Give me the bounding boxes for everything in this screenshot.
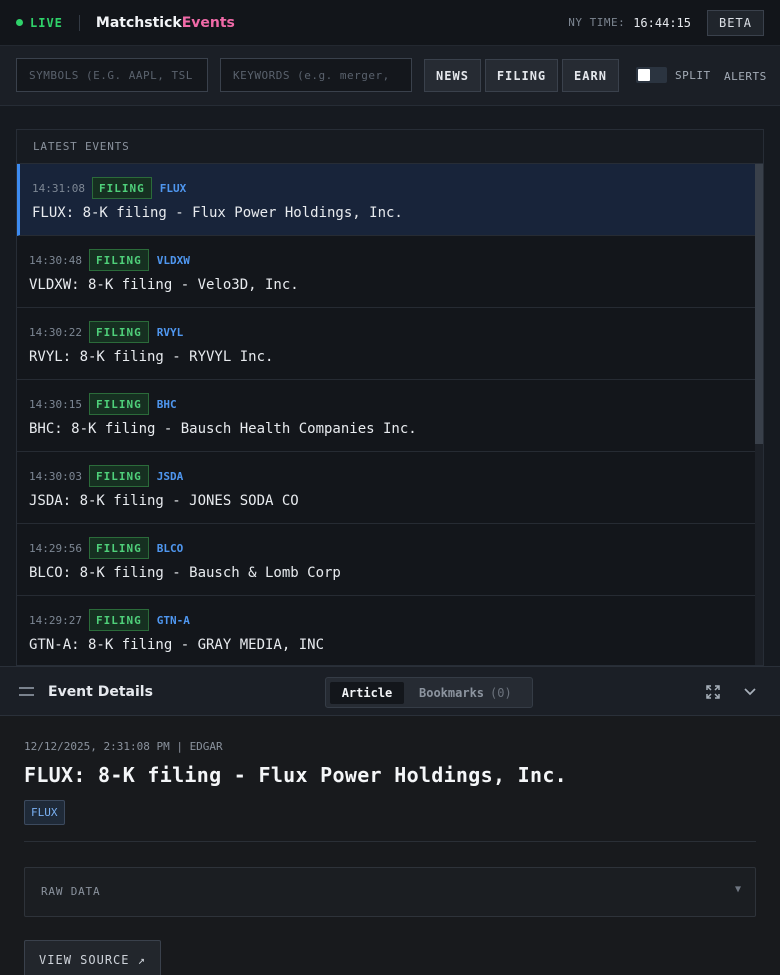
event-symbol[interactable]: BHC bbox=[157, 398, 177, 411]
live-dot-icon bbox=[16, 19, 23, 26]
events-header: LATEST EVENTS bbox=[17, 130, 763, 164]
keywords-input[interactable] bbox=[220, 58, 412, 92]
events-scrollbar-thumb[interactable] bbox=[755, 164, 763, 444]
event-symbol[interactable]: FLUX bbox=[160, 182, 187, 195]
earn-filter-button[interactable]: EARN bbox=[562, 59, 619, 92]
event-type-badge: FILING bbox=[88, 537, 149, 559]
split-label: SPLIT bbox=[675, 69, 711, 82]
event-time: 14:31:08 bbox=[32, 181, 85, 195]
details-tabs: Article Bookmarks (0) bbox=[325, 677, 533, 708]
brand-main: Matchstick bbox=[95, 14, 182, 31]
brand-logo[interactable]: MatchstickEvents bbox=[96, 15, 235, 31]
tab-article[interactable]: Article bbox=[330, 682, 404, 704]
event-symbol[interactable]: GTN-A bbox=[157, 614, 190, 627]
live-label: LIVE bbox=[30, 15, 63, 30]
event-time: 14:30:15 bbox=[29, 397, 82, 411]
alerts-button[interactable]: ALERTS bbox=[724, 70, 767, 83]
article-meta: 12/12/2025, 2:31:08 PM | EDGAR bbox=[24, 740, 223, 753]
event-row[interactable]: 14:29:56 FILING BLCO BLCO: 8-K filing - … bbox=[17, 524, 763, 596]
event-type-badge: FILING bbox=[88, 465, 149, 487]
details-header: Event Details Article Bookmarks (0) bbox=[0, 666, 780, 716]
event-time: 14:29:56 bbox=[29, 541, 82, 555]
event-row[interactable]: 14:29:27 FILING GTN-A GTN-A: 8-K filing … bbox=[17, 596, 763, 665]
event-meta: 14:30:15 FILING BHC bbox=[29, 393, 177, 415]
event-row[interactable]: 14:30:22 FILING RVYL RVYL: 8-K filing - … bbox=[17, 308, 763, 380]
details-title: Event Details bbox=[48, 684, 153, 700]
event-title: FLUX: 8-K filing - Flux Power Holdings, … bbox=[32, 205, 403, 221]
event-symbol[interactable]: RVYL bbox=[157, 326, 184, 339]
event-type-badge: FILING bbox=[91, 177, 152, 199]
beta-button[interactable]: BETA bbox=[707, 9, 764, 36]
event-row[interactable]: 14:31:08 FILING FLUX FLUX: 8-K filing - … bbox=[17, 164, 763, 236]
top-bar: LIVE MatchstickEvents NY TIME: 16:44:15 … bbox=[0, 0, 780, 46]
event-type-badge: FILING bbox=[88, 321, 149, 343]
event-row[interactable]: 14:30:48 FILING VLDXW VLDXW: 8-K filing … bbox=[17, 236, 763, 308]
details-body: 12/12/2025, 2:31:08 PM | EDGAR FLUX: 8-K… bbox=[0, 716, 780, 975]
filing-filter-button[interactable]: FILING bbox=[485, 59, 558, 92]
event-meta: 14:30:22 FILING RVYL bbox=[29, 321, 183, 343]
toggle-knob bbox=[638, 69, 650, 81]
event-type-badge: FILING bbox=[88, 609, 149, 631]
event-title: JSDA: 8-K filing - JONES SODA CO bbox=[29, 493, 299, 509]
event-title: GTN-A: 8-K filing - GRAY MEDIA, INC bbox=[29, 637, 325, 653]
bookmarks-count: (0) bbox=[490, 686, 512, 700]
events-panel: LATEST EVENTS 14:31:08 FILING FLUX FLUX:… bbox=[16, 129, 764, 666]
drag-handle-icon[interactable] bbox=[19, 687, 34, 696]
expand-icon[interactable] bbox=[706, 685, 720, 699]
event-meta: 14:29:27 FILING GTN-A bbox=[29, 609, 190, 631]
raw-data-accordion[interactable]: RAW DATA ▼ bbox=[24, 867, 756, 917]
symbol-tag[interactable]: FLUX bbox=[24, 800, 65, 825]
symbols-input[interactable] bbox=[16, 58, 208, 92]
event-title: BLCO: 8-K filing - Bausch & Lomb Corp bbox=[29, 565, 341, 581]
event-meta: 14:30:48 FILING VLDXW bbox=[29, 249, 190, 271]
news-filter-button[interactable]: NEWS bbox=[424, 59, 481, 92]
event-time: 14:30:03 bbox=[29, 469, 82, 483]
caret-down-icon: ▼ bbox=[734, 884, 741, 895]
event-row[interactable]: 14:30:15 FILING BHC BHC: 8-K filing - Ba… bbox=[17, 380, 763, 452]
event-symbol[interactable]: BLCO bbox=[157, 542, 184, 555]
event-meta: 14:31:08 FILING FLUX bbox=[32, 177, 186, 199]
events-header-label: LATEST EVENTS bbox=[33, 140, 130, 153]
event-title: RVYL: 8-K filing - RYVYL Inc. bbox=[29, 349, 274, 365]
event-symbol[interactable]: VLDXW bbox=[157, 254, 190, 267]
chevron-down-icon[interactable] bbox=[742, 685, 758, 699]
event-time: 14:29:27 bbox=[29, 613, 82, 627]
split-toggle[interactable] bbox=[636, 67, 667, 83]
event-type-badge: FILING bbox=[88, 393, 149, 415]
event-row[interactable]: 14:30:03 FILING JSDA JSDA: 8-K filing - … bbox=[17, 452, 763, 524]
event-meta: 14:30:03 FILING JSDA bbox=[29, 465, 183, 487]
top-divider bbox=[78, 14, 80, 31]
article-title: FLUX: 8-K filing - Flux Power Holdings, … bbox=[24, 763, 568, 787]
event-time: 14:30:48 bbox=[29, 253, 82, 267]
event-symbol[interactable]: JSDA bbox=[157, 470, 184, 483]
event-title: VLDXW: 8-K filing - Velo3D, Inc. bbox=[29, 277, 299, 293]
tab-bookmarks-label: Bookmarks bbox=[419, 686, 485, 700]
details-divider bbox=[24, 841, 756, 842]
view-source-button[interactable]: VIEW SOURCE ↗ bbox=[24, 940, 161, 975]
event-meta: 14:29:56 FILING BLCO bbox=[29, 537, 183, 559]
live-indicator: LIVE bbox=[16, 16, 63, 30]
ny-time-label: NY TIME: bbox=[568, 16, 626, 29]
event-title: BHC: 8-K filing - Bausch Health Companie… bbox=[29, 421, 417, 437]
event-time: 14:30:22 bbox=[29, 325, 82, 339]
brand-accent: Events bbox=[181, 14, 235, 31]
event-type-badge: FILING bbox=[88, 249, 149, 271]
ny-time-value: 16:44:15 bbox=[633, 15, 691, 30]
tab-bookmarks[interactable]: Bookmarks (0) bbox=[419, 686, 512, 700]
raw-data-label: RAW DATA bbox=[41, 885, 101, 898]
